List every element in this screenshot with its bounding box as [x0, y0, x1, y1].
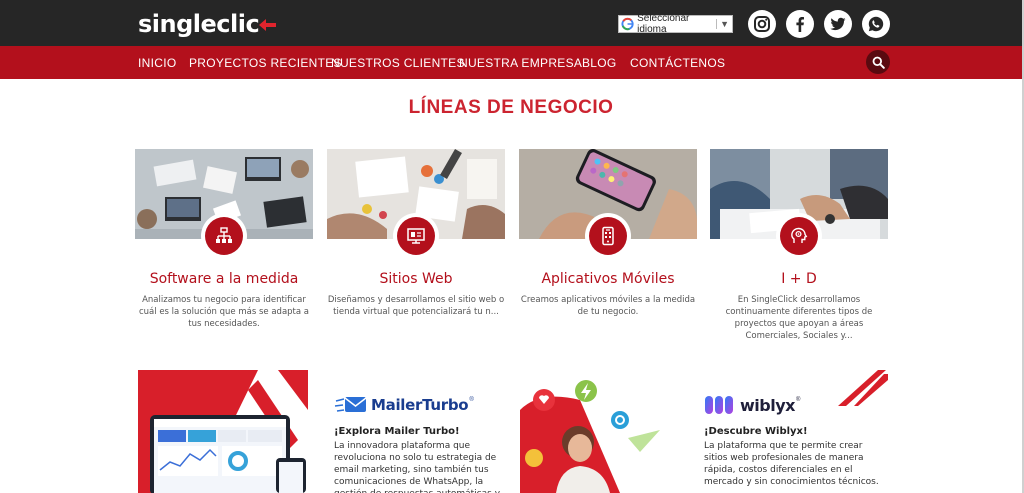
card-title[interactable]: Software a la medida	[135, 271, 313, 287]
monitor-icon	[407, 228, 425, 244]
promo-heading: ¡Descubre Wiblyx!	[704, 426, 808, 437]
nav-item-inicio[interactable]: INICIO	[138, 46, 176, 79]
card-icon-badge	[776, 213, 822, 259]
language-selector[interactable]: Seleccionar idioma ▼	[618, 13, 733, 35]
nav-item-contactenos[interactable]: CONTÁCTENOS	[630, 46, 725, 79]
nav-item-blog[interactable]: BLOG	[582, 46, 617, 79]
google-icon	[621, 17, 634, 31]
section-title: LÍNEAS DE NEGOCIO	[408, 97, 614, 118]
mailer-turbo-promo-image[interactable]	[138, 370, 308, 493]
card-description: Diseñamos y desarrollamos el sitio web o…	[327, 295, 505, 317]
twitter-icon[interactable]	[824, 10, 852, 38]
search-icon[interactable]	[866, 50, 890, 74]
card-description: En SingleClick desarrollamos continuamen…	[725, 295, 873, 341]
card-description: Creamos aplicativos móviles a la medida …	[520, 295, 696, 317]
wiblyx-promo: wiblyx ® ¡Descubre Wiblyx! La plataforma…	[704, 392, 884, 488]
card-icon-badge	[393, 213, 439, 259]
registered-mark: ®	[469, 397, 474, 403]
card-i-mas-d[interactable]: I + D En SingleClick desarrollamos conti…	[710, 149, 888, 341]
mailer-turbo-logo-text: MailerTurbo	[371, 396, 469, 414]
registered-mark: ®	[795, 397, 801, 403]
card-software-a-la-medida[interactable]: Software a la medida Analizamos tu negoc…	[135, 149, 313, 339]
nav-item-nuestra-empresa[interactable]: NUESTRA EMPRESA	[459, 46, 582, 79]
card-sitios-web[interactable]: Sitios Web Diseñamos y desarrollamos el …	[327, 149, 505, 339]
mailer-turbo-logo[interactable]: MailerTurbo ®	[334, 392, 514, 418]
card-title[interactable]: Sitios Web	[327, 271, 505, 287]
nav-item-nuestros-clientes[interactable]: NUESTROS CLIENTES	[331, 46, 465, 79]
card-title[interactable]: I + D	[710, 271, 888, 287]
card-icon-badge	[201, 213, 247, 259]
instagram-icon[interactable]	[748, 10, 776, 38]
card-title[interactable]: Aplicativos Móviles	[519, 271, 697, 287]
top-bar: singleclic Seleccionar idioma ▼	[0, 0, 1022, 46]
logo-text: singleclic	[138, 10, 260, 38]
wiblyx-logo-text: wiblyx	[740, 395, 795, 415]
card-icon-badge	[585, 213, 631, 259]
logo-arrow-icon	[259, 19, 277, 31]
whatsapp-icon[interactable]	[862, 10, 890, 38]
promo-body: La plataforma que te permite crear sitio…	[704, 441, 879, 487]
envelope-wings-icon	[334, 397, 367, 412]
card-aplicativos-moviles[interactable]: Aplicativos Móviles Creamos aplicativos …	[519, 149, 697, 339]
network-icon	[216, 227, 232, 243]
head-gears-icon	[791, 227, 808, 243]
language-selector-label: Seleccionar idioma	[637, 13, 690, 35]
dropdown-arrow-icon: ▼	[716, 19, 732, 29]
facebook-icon[interactable]	[786, 10, 814, 38]
promo-body: La innovadora plataforma que revoluciona…	[334, 441, 500, 493]
nav-item-proyectos-recientes[interactable]: PROYECTOS RECIENTES	[189, 46, 342, 79]
wiblyx-w-icon	[705, 396, 733, 414]
singleclick-logo[interactable]: singleclic	[138, 8, 278, 40]
mailer-turbo-promo: MailerTurbo ® ¡Explora Mailer Turbo! La …	[334, 392, 514, 493]
decorative-slashes	[838, 370, 888, 406]
wiblyx-promo-image[interactable]	[520, 370, 690, 493]
promo-heading: ¡Explora Mailer Turbo!	[334, 426, 460, 437]
mobile-icon	[602, 226, 614, 246]
card-description: Analizamos tu negocio para identificar c…	[138, 295, 310, 329]
